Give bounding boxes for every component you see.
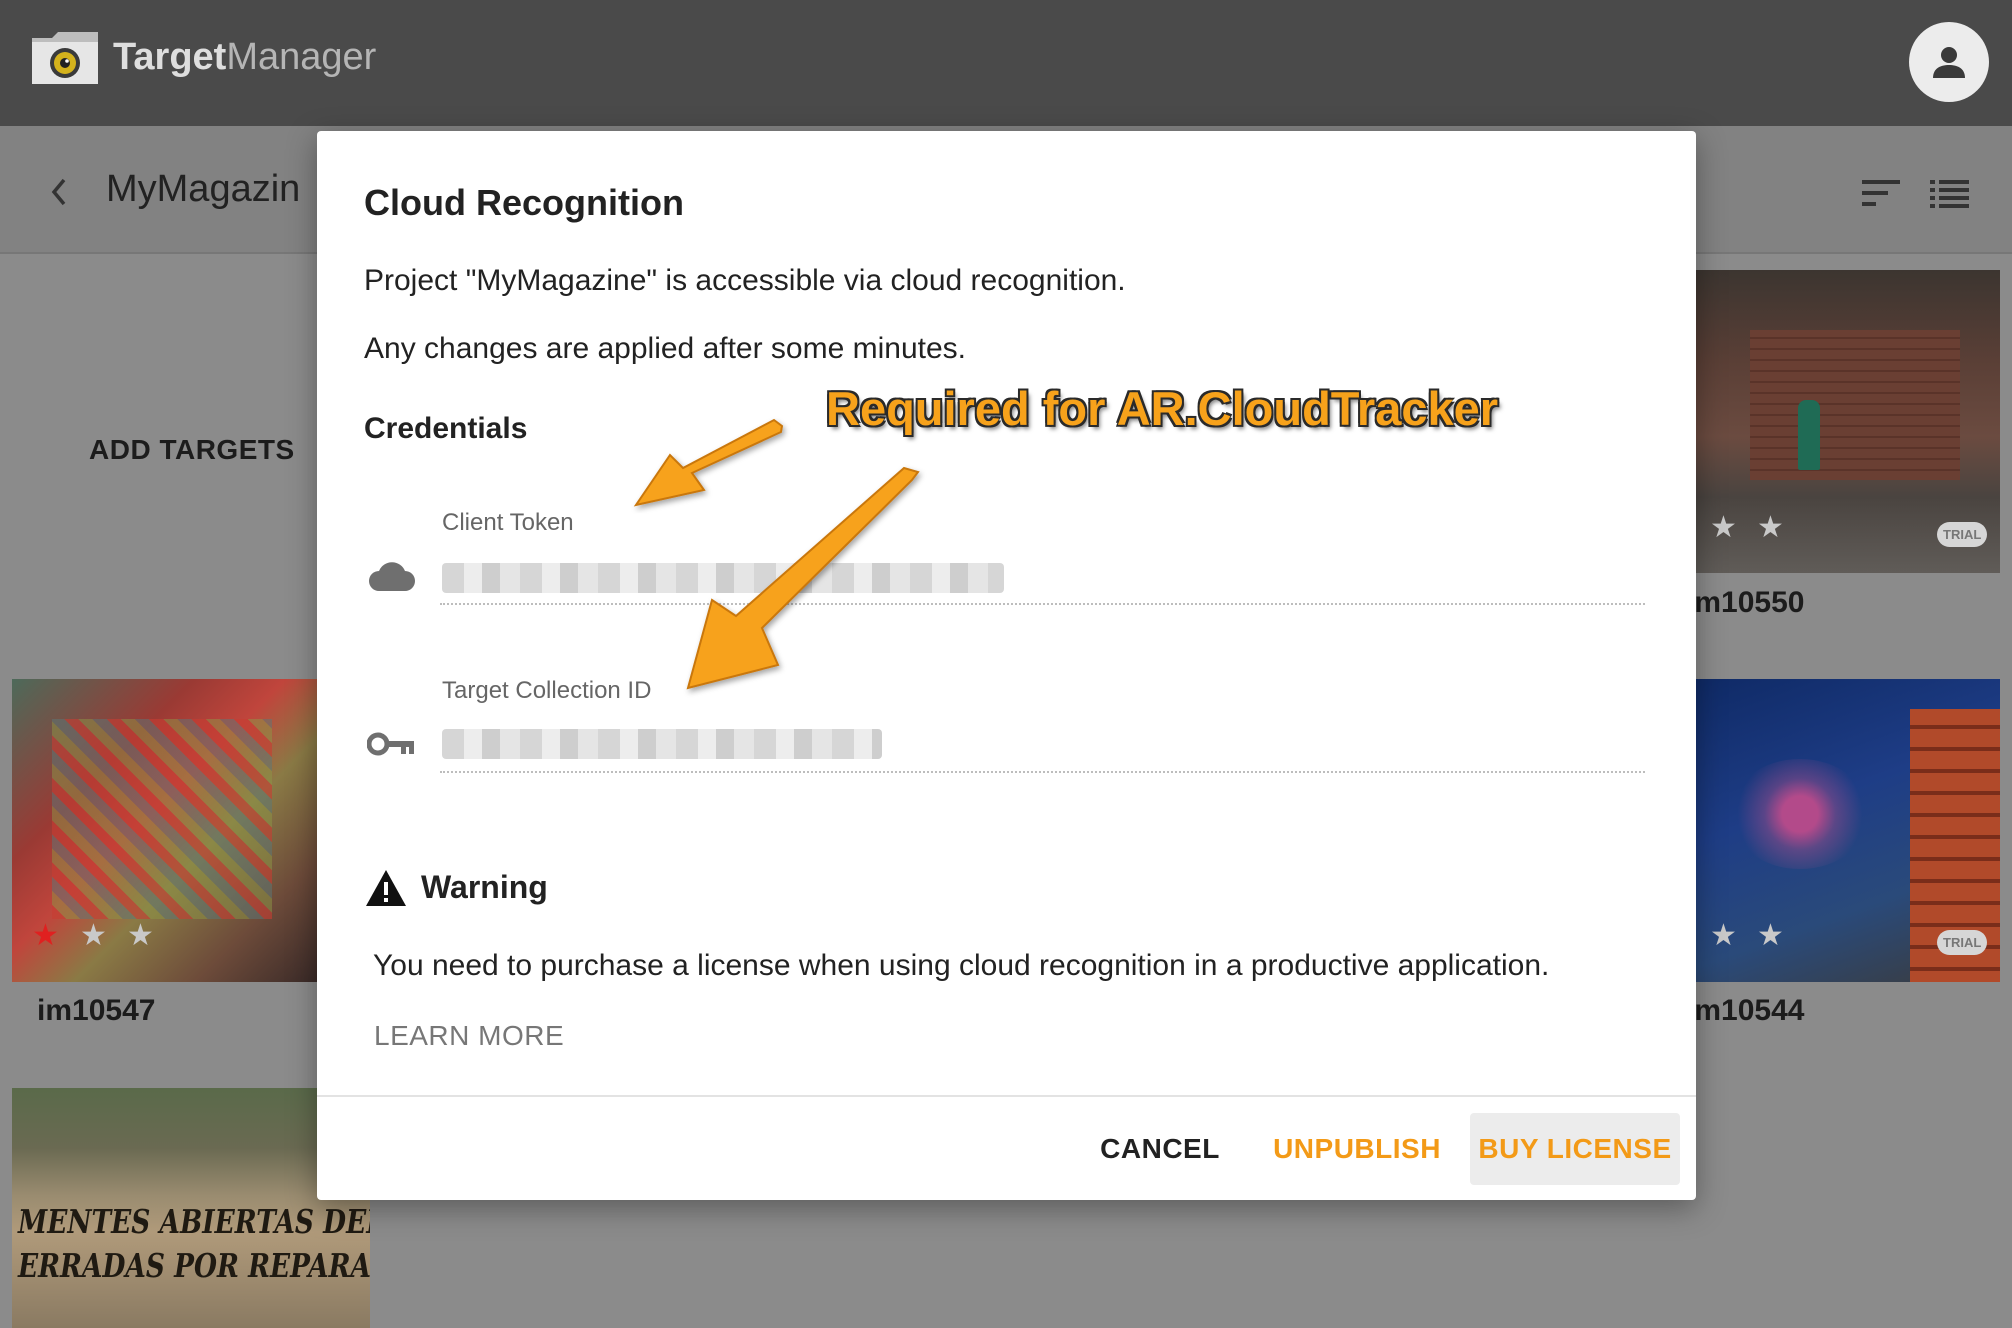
annotation-arrows bbox=[633, 418, 920, 690]
annotation-label: Required for AR.CloudTracker bbox=[826, 382, 1499, 435]
arrow-to-target-collection-id bbox=[686, 466, 920, 690]
arrow-to-client-token bbox=[633, 418, 784, 507]
